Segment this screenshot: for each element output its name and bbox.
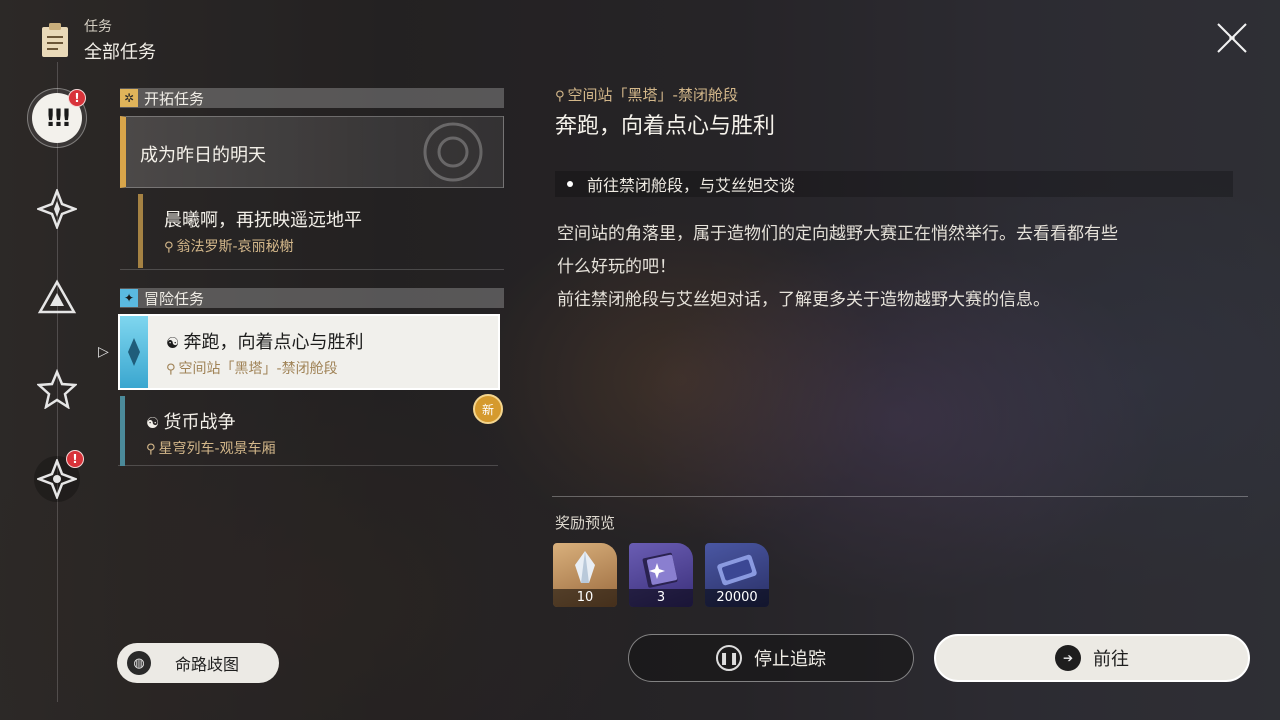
close-icon[interactable] xyxy=(1212,18,1252,58)
alert-badge: ! xyxy=(68,89,86,107)
adventure-diamond-icon xyxy=(128,338,140,366)
quest-type-icon: ☯ xyxy=(146,414,160,432)
route-map-button[interactable]: ◍ 命路歧图 xyxy=(117,643,279,683)
reward-list: 10 3 20000 xyxy=(553,543,769,607)
rail-all-quests[interactable]: !!! ! xyxy=(27,88,87,148)
reward-item[interactable]: 10 xyxy=(553,543,617,607)
planet-icon: ◍ xyxy=(127,651,151,675)
route-map-label: 命路歧图 xyxy=(175,655,240,674)
quest-title: ☯ 奔跑，向着点心与胜利 xyxy=(166,332,364,353)
emblem-watermark-icon xyxy=(423,122,483,182)
quest-bar xyxy=(120,316,148,388)
stop-tracking-label: 停止追踪 xyxy=(754,649,826,670)
quest-other[interactable]: ☯ 货币战争 ⚲ 星穹列车-观景车厢 xyxy=(118,396,498,466)
pin-icon: ⚲ xyxy=(555,89,565,104)
desc-line: 空间站的角落里，属于造物们的定向越野大赛正在悄然举行。去看看都有些 xyxy=(557,224,1118,244)
section-adventure: ✦ 冒险任务 xyxy=(120,288,504,308)
reward-item[interactable]: 3 xyxy=(629,543,693,607)
stop-tracking-button[interactable]: ❚❚ 停止追踪 xyxy=(628,634,914,682)
quest-bar xyxy=(138,194,143,268)
section-label: 冒险任务 xyxy=(144,289,205,308)
objective-text: 前往禁闭舱段，与艾丝妲交谈 xyxy=(587,176,796,195)
quest-main[interactable]: 成为昨日的明天 xyxy=(120,116,504,188)
divider xyxy=(552,496,1248,497)
detail-description: 空间站的角落里，属于造物们的定向越野大赛正在悄然举行。去看看都有些 什么好玩的吧… xyxy=(557,218,1237,317)
trailblaze-section-icon: ✲ xyxy=(120,89,138,107)
reward-item[interactable]: 20000 xyxy=(705,543,769,607)
bullet-icon xyxy=(567,181,573,187)
section-label: 开拓任务 xyxy=(144,89,205,108)
alert-badge: ! xyxy=(66,450,84,468)
quest-selected[interactable]: ☯ 奔跑，向着点心与胜利 ⚲ 空间站「黑塔」-禁闭舱段 xyxy=(118,314,500,390)
reward-count: 3 xyxy=(629,589,693,607)
reward-count: 10 xyxy=(553,589,617,607)
section-trailblaze: ✲ 开拓任务 xyxy=(120,88,504,108)
go-arrow-icon: ➔ xyxy=(1055,645,1081,671)
trailblaze-star-icon xyxy=(37,189,77,229)
quest-title: 成为昨日的明天 xyxy=(140,145,266,166)
quest-location: ⚲ 翁法罗斯-哀丽秘榭 xyxy=(164,239,294,255)
pin-icon: ⚲ xyxy=(166,362,176,377)
selection-arrow-icon: ▷ xyxy=(98,344,109,360)
new-badge: 新 xyxy=(473,394,503,424)
reward-count: 20000 xyxy=(705,589,769,607)
objective-row: 前往禁闭舱段，与艾丝妲交谈 xyxy=(555,171,1233,197)
quest-location: ⚲ 星穹列车-观景车厢 xyxy=(146,441,276,457)
go-button[interactable]: ➔ 前往 xyxy=(934,634,1250,682)
pin-icon: ⚲ xyxy=(146,442,156,457)
star-icon xyxy=(37,369,77,409)
triangle-icon xyxy=(37,279,77,314)
quest-location: ⚲ 空间站「黑塔」-禁闭舱段 xyxy=(166,361,338,377)
quest-title: ☯ 货币战争 xyxy=(146,412,236,433)
reward-label: 奖励预览 xyxy=(555,514,616,532)
header-title: 全部任务 xyxy=(84,42,156,63)
quest-title: 晨曦啊，再抚映遥远地平 xyxy=(164,210,362,231)
credit-icon xyxy=(717,554,757,586)
book-icon xyxy=(642,552,678,588)
clipboard-icon xyxy=(42,23,68,57)
rail-daily[interactable]: ! xyxy=(34,450,84,502)
desc-line: 前往禁闭舱段与艾丝妲对话，了解更多关于造物越野大赛的信息。 xyxy=(557,290,1050,310)
quest-sub[interactable]: 晨曦啊，再抚映遥远地平 ⚲ 翁法罗斯-哀丽秘榭 xyxy=(120,194,504,270)
header: 任务 全部任务 xyxy=(40,16,156,64)
adventure-section-icon: ✦ xyxy=(120,289,138,307)
quest-bar xyxy=(120,396,125,466)
go-label: 前往 xyxy=(1093,649,1129,670)
detail-location: ⚲ 空间站「黑塔」-禁闭舱段 xyxy=(555,86,738,104)
rail-companion[interactable] xyxy=(34,366,80,412)
header-subtitle: 任务 xyxy=(84,19,112,35)
desc-line: 什么好玩的吧！ xyxy=(557,257,676,277)
quest-type-icon: ☯ xyxy=(166,334,180,352)
crystal-icon xyxy=(575,551,595,583)
detail-title: 奔跑，向着点心与胜利 xyxy=(555,114,776,139)
rail-adventure[interactable] xyxy=(34,276,80,322)
pause-icon: ❚❚ xyxy=(716,645,742,671)
pin-icon: ⚲ xyxy=(164,240,174,255)
rail-trailblaze[interactable] xyxy=(34,186,80,232)
